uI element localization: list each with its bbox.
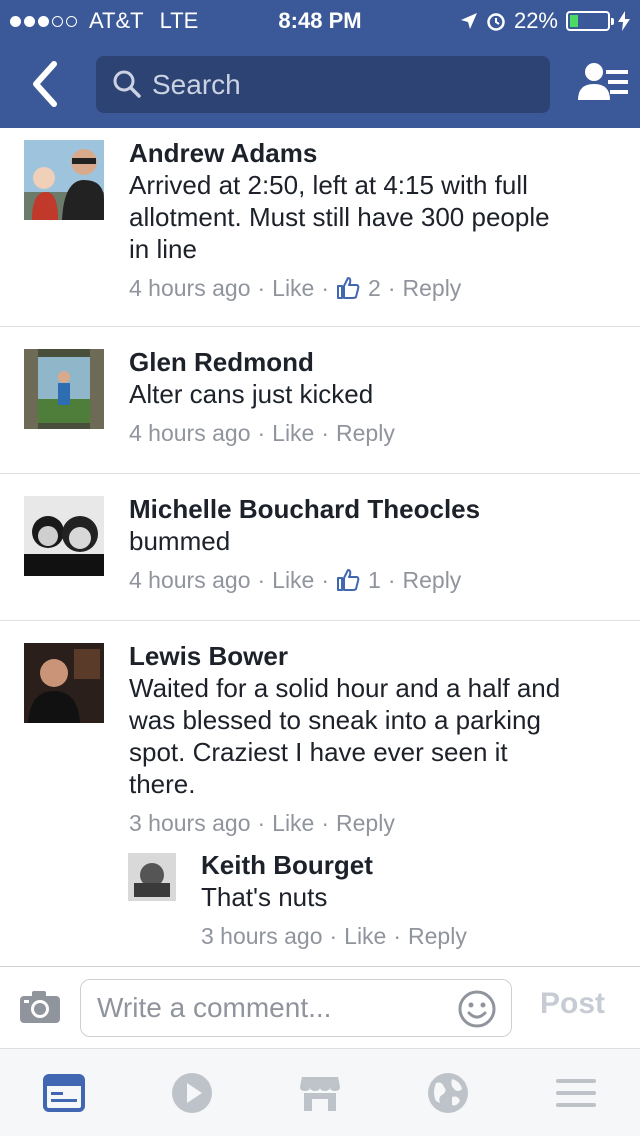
comment-time: 4 hours ago [129, 275, 251, 301]
avatar[interactable] [24, 140, 104, 220]
like-count: 2 [368, 275, 381, 301]
comment-text: bummed [129, 525, 629, 557]
reply-link[interactable]: Reply [336, 418, 395, 448]
comment-text: Alter cans just kicked [129, 378, 629, 410]
status-bar: AT&T LTE 8:48 PM 22% [0, 0, 640, 40]
reply-link[interactable]: Reply [403, 565, 462, 595]
comment-author[interactable]: Andrew Adams [129, 137, 629, 169]
reply-text-line: That's nuts [201, 882, 328, 912]
comment-item: Andrew Adams Arrived at 2:50, left at 4:… [0, 128, 640, 327]
comment-author[interactable]: Glen Redmond [129, 346, 629, 378]
comment-meta: 4 hours ago · Like · Reply [129, 418, 395, 448]
search-icon [113, 70, 141, 98]
comments-list[interactable]: Andrew Adams Arrived at 2:50, left at 4:… [0, 128, 640, 966]
comment-meta: 4 hours ago · Like · 2 · Reply [129, 273, 462, 303]
video-icon [172, 1073, 212, 1113]
comment-text-line: was blessed to sneak into a parking [129, 705, 541, 735]
marketplace-icon [300, 1077, 340, 1111]
post-button[interactable]: Post [540, 987, 605, 1021]
top-bar: AT&T LTE 8:48 PM 22% [0, 0, 640, 128]
comment-text-line: allotment. Must still have 300 people [129, 202, 550, 232]
reply-time: 3 hours ago [201, 923, 323, 949]
status-right: 22% [460, 8, 630, 34]
comment-text-line: spot. Craziest I have ever seen it [129, 737, 508, 767]
comment-text-line: Arrived at 2:50, left at 4:15 with full [129, 170, 528, 200]
comment-item: Michelle Bouchard Theocles bummed 4 hour… [0, 474, 640, 621]
comment-time: 4 hours ago [129, 420, 251, 446]
tab-bar [0, 1048, 640, 1136]
notifications-globe-icon [428, 1073, 468, 1113]
comment-item: Glen Redmond Alter cans just kicked 4 ho… [0, 327, 640, 474]
like-link[interactable]: Like [272, 565, 314, 595]
comment-text-line: there. [129, 769, 196, 799]
tab-video[interactable] [170, 1071, 214, 1115]
comment-text-line: Alter cans just kicked [129, 379, 374, 409]
like-thumb-icon[interactable] [336, 568, 360, 592]
comment-input[interactable] [97, 980, 447, 1036]
comment-author[interactable]: Lewis Bower [129, 640, 629, 672]
comment-meta: 3 hours ago · Like · Reply [129, 808, 395, 838]
like-thumb-icon[interactable] [336, 276, 360, 300]
avatar[interactable] [24, 643, 104, 723]
location-arrow-icon [460, 13, 477, 29]
reply-text: That's nuts [201, 881, 631, 913]
battery-percent: 22% [513, 8, 558, 33]
chevron-left-icon [33, 61, 57, 107]
back-button[interactable] [26, 60, 66, 108]
like-link[interactable]: Like [272, 808, 314, 838]
camera-button[interactable] [18, 989, 62, 1025]
comment-text-line: bummed [129, 526, 231, 556]
charging-bolt-icon [618, 11, 630, 31]
tab-menu[interactable] [554, 1071, 598, 1115]
comment-meta: 4 hours ago · Like · 1 · Reply [129, 565, 462, 595]
comment-text-line: in line [129, 234, 197, 264]
like-link[interactable]: Like [344, 921, 386, 951]
like-link[interactable]: Like [272, 418, 314, 448]
search-input[interactable] [152, 56, 532, 113]
friends-list-button[interactable] [578, 60, 630, 108]
comment-time: 3 hours ago [129, 810, 251, 836]
tab-marketplace[interactable] [298, 1071, 342, 1115]
comment-author[interactable]: Michelle Bouchard Theocles [129, 493, 629, 525]
alarm-icon [487, 13, 505, 31]
avatar[interactable] [24, 496, 104, 576]
friends-list-icon [578, 63, 628, 100]
avatar[interactable] [24, 349, 104, 429]
comment-text: Arrived at 2:50, left at 4:15 with full … [129, 169, 629, 265]
smiley-icon[interactable] [457, 989, 497, 1029]
search-bar[interactable] [96, 56, 550, 113]
comment-item: Lewis Bower Waited for a solid hour and … [0, 621, 640, 966]
news-feed-icon [43, 1074, 85, 1112]
like-link[interactable]: Like [272, 273, 314, 303]
comment-text: Waited for a solid hour and a half and w… [129, 672, 629, 800]
tab-news-feed[interactable] [42, 1071, 86, 1115]
comment-composer: Post [0, 966, 640, 1048]
like-count: 1 [368, 567, 381, 593]
reply-author[interactable]: Keith Bourget [201, 849, 631, 881]
reply-link[interactable]: Reply [403, 273, 462, 303]
camera-icon [20, 991, 60, 1023]
reply-avatar[interactable] [128, 853, 176, 901]
tab-notifications[interactable] [426, 1071, 470, 1115]
reply-meta: 3 hours ago · Like · Reply [201, 921, 467, 951]
comment-time: 4 hours ago [129, 567, 251, 593]
comment-text-line: Waited for a solid hour and a half and [129, 673, 561, 703]
comment-input-box[interactable] [80, 979, 512, 1037]
reply-link[interactable]: Reply [408, 921, 467, 951]
battery-icon [566, 11, 614, 31]
reply-link[interactable]: Reply [336, 808, 395, 838]
menu-icon [556, 1079, 596, 1107]
